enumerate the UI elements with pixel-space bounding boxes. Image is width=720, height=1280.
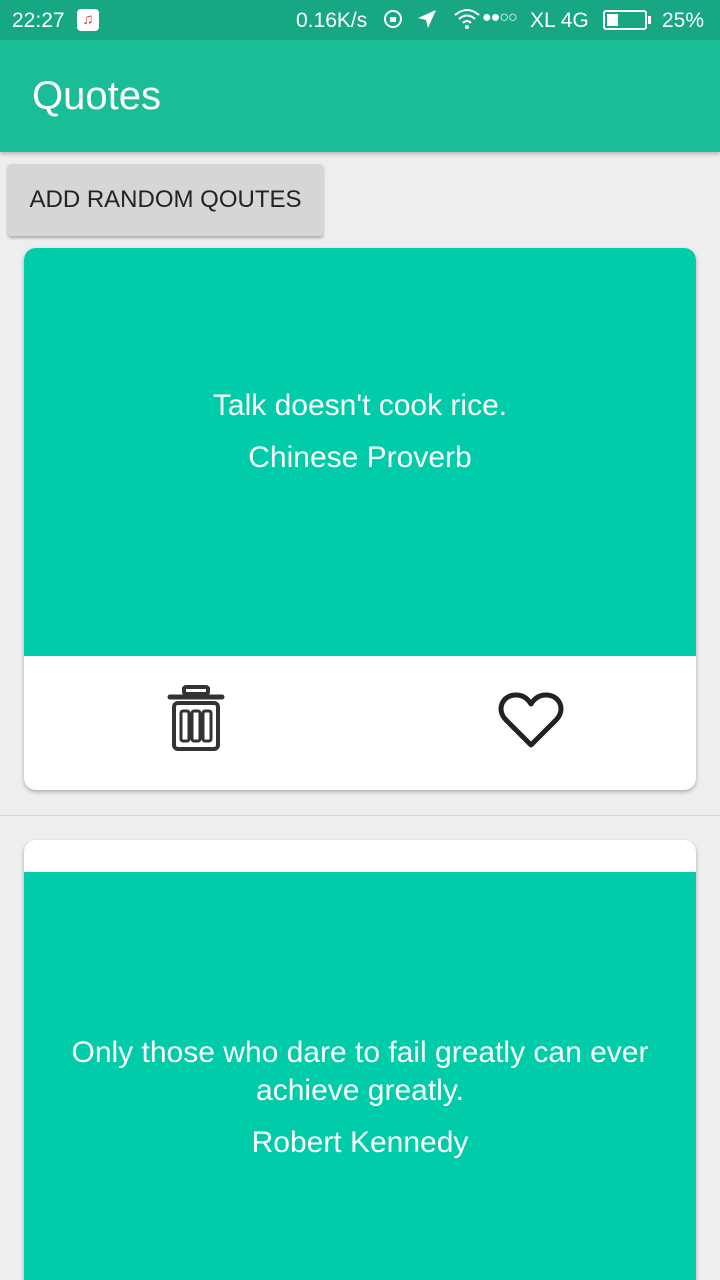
list-divider (0, 815, 720, 816)
battery-icon (603, 10, 647, 30)
favorite-button[interactable] (498, 690, 564, 750)
quote-card: Talk doesn't cook rice. Chinese Proverb (24, 248, 696, 790)
rotation-lock-icon (382, 8, 404, 36)
status-time: 22:27 (12, 9, 65, 32)
delete-button[interactable] (164, 684, 228, 754)
status-bar: 22:27 ♫ 0.16K/s ●●○○ XL 4G 25% (0, 0, 720, 40)
quote-author: Chinese Proverb (248, 441, 472, 474)
quote-actions (24, 656, 696, 790)
quote-author: Robert Kennedy (251, 1126, 469, 1159)
battery-percent: 25% (662, 9, 705, 32)
add-random-quotes-button[interactable]: ADD RANDOM QOUTES (8, 164, 323, 236)
trash-icon (167, 685, 225, 751)
carrier-label: XL 4G (530, 9, 589, 32)
network-speed: 0.16K/s (296, 9, 368, 32)
quote-card: Only those who dare to fail greatly can … (24, 840, 696, 1280)
quote-content: Talk doesn't cook rice. Chinese Proverb (24, 248, 696, 656)
quote-text: Only those who dare to fail greatly can … (71, 1036, 649, 1107)
app-bar: Quotes (0, 40, 720, 152)
quote-text: Talk doesn't cook rice. (212, 389, 508, 422)
signal-dots-icon: ●●○○ (482, 9, 518, 26)
location-icon (416, 8, 438, 36)
page-title: Quotes (32, 74, 161, 118)
heart-icon (498, 692, 564, 748)
wifi-icon (454, 8, 480, 36)
music-app-icon: ♫ (77, 9, 99, 31)
quote-content: Only those who dare to fail greatly can … (24, 872, 696, 1280)
battery-tip (648, 16, 651, 24)
